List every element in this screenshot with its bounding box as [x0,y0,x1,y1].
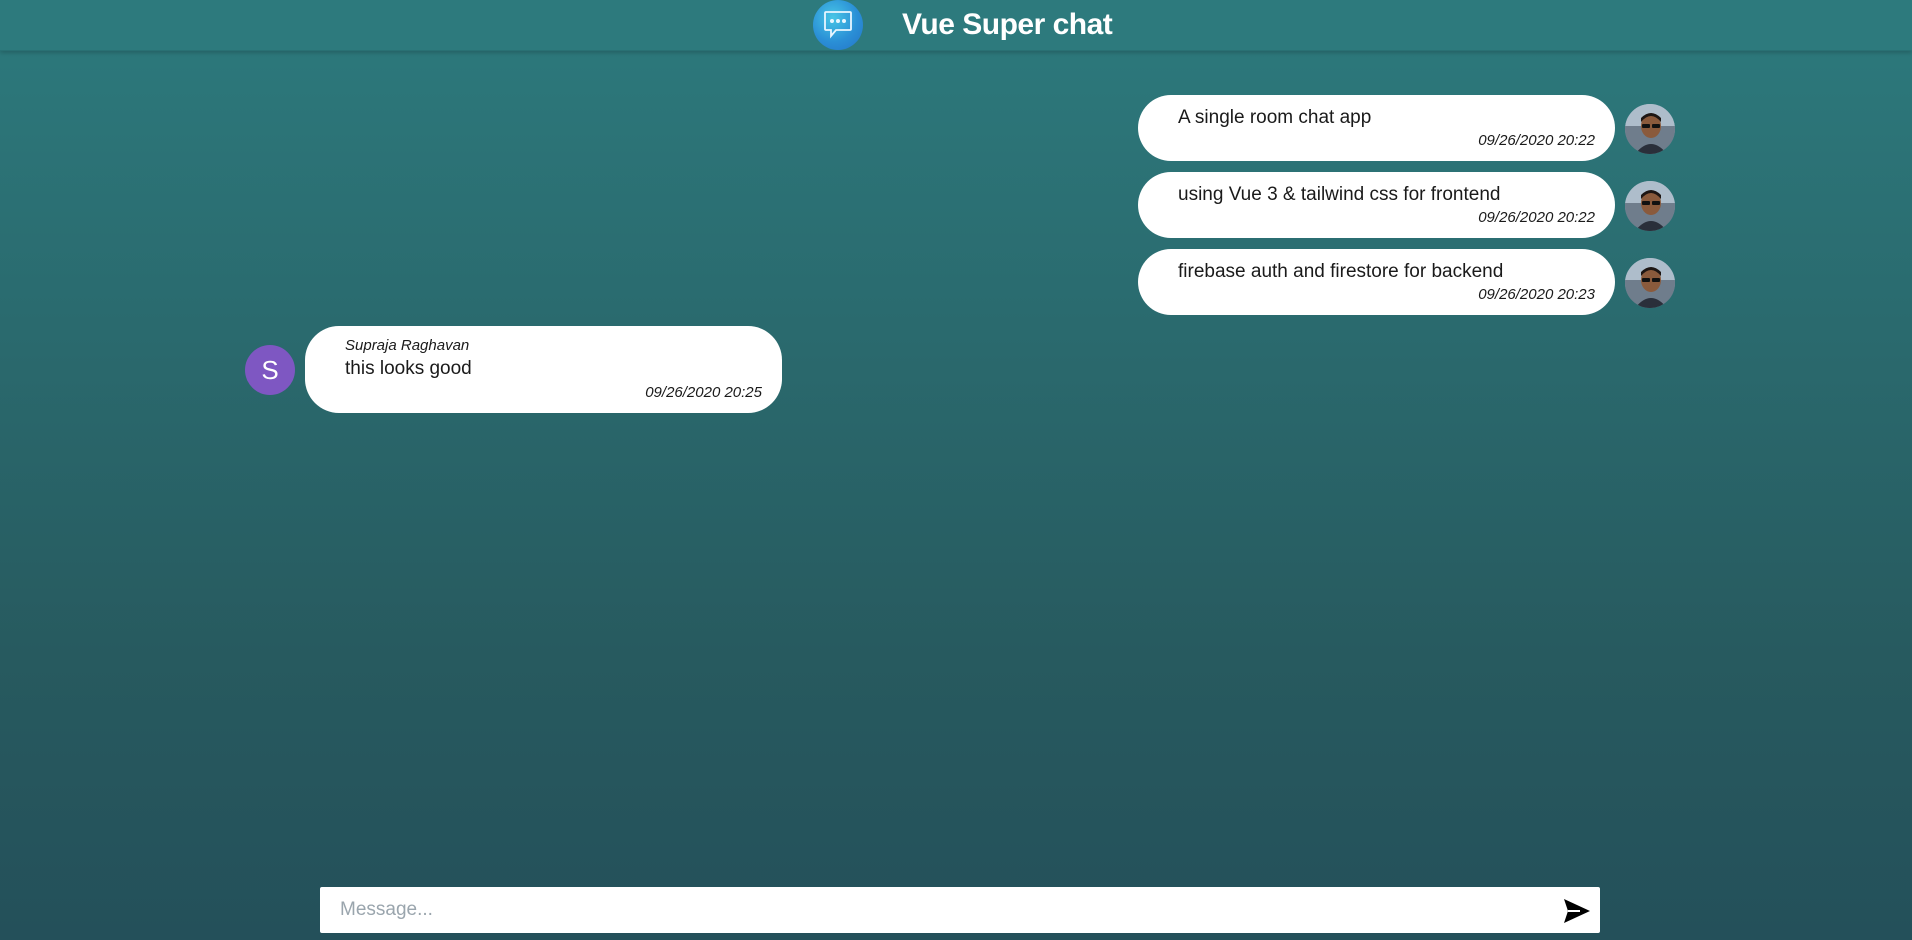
chat-bubble-icon [813,0,863,50]
message-composer [320,887,1600,933]
message-bubble: using Vue 3 & tailwind css for frontend … [1138,172,1615,238]
message-sender: Supraja Raghavan [345,337,470,354]
avatar[interactable] [1625,258,1675,308]
message-timestamp: 09/26/2020 20:22 [1478,132,1595,149]
message-text: firebase auth and firestore for backend [1178,261,1504,282]
send-icon [1564,899,1590,923]
message-text: A single room chat app [1178,107,1372,128]
message-input[interactable] [320,887,1530,933]
app-header: Vue Super chat [0,0,1912,51]
avatar[interactable] [1625,104,1675,154]
message-text: this looks good [345,358,472,379]
message-timestamp: 09/26/2020 20:23 [1478,286,1595,303]
message-bubble: A single room chat app 09/26/2020 20:22 [1138,95,1615,161]
message-text: using Vue 3 & tailwind css for frontend [1178,184,1501,205]
message-timestamp: 09/26/2020 20:22 [1478,209,1595,226]
message-bubble: Supraja Raghavan this looks good 09/26/2… [305,326,782,413]
message-timestamp: 09/26/2020 20:25 [645,384,762,401]
avatar[interactable]: S [245,345,295,395]
message-bubble: firebase auth and firestore for backend … [1138,249,1615,315]
avatar[interactable] [1625,181,1675,231]
send-button[interactable] [1562,897,1592,925]
app-title: Vue Super chat [902,8,1113,41]
